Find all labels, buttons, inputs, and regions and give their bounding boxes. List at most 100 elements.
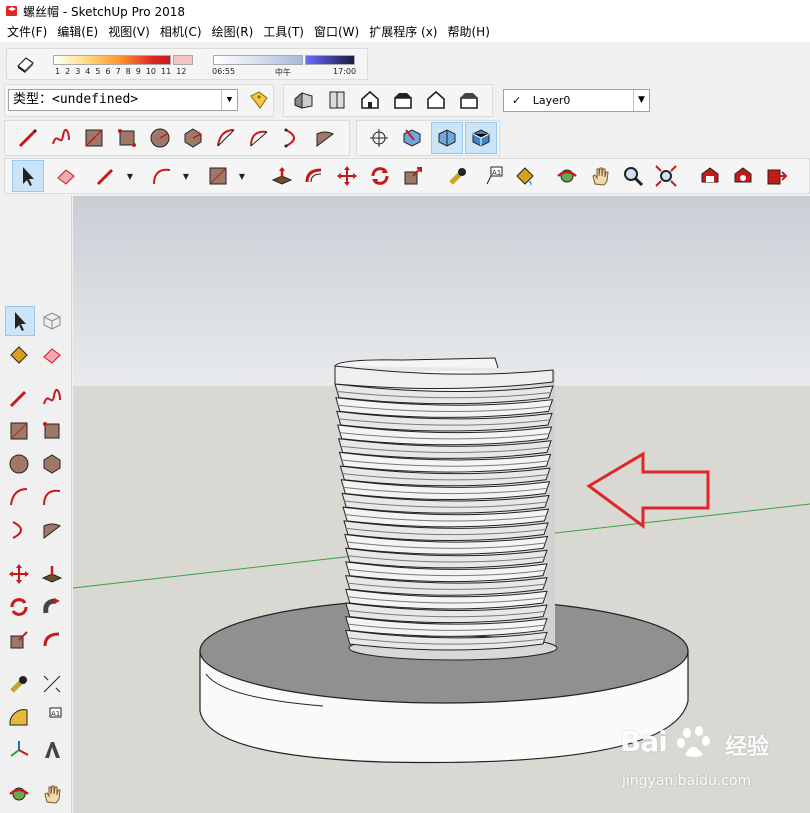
left-polygon-button[interactable] [38,450,66,478]
left-view-button[interactable] [455,86,483,114]
line-tool-button[interactable] [14,124,42,152]
follow-me-icon [43,598,60,614]
menu-file[interactable]: 文件(F) [2,22,52,42]
left-orbit-button[interactable] [5,780,33,808]
menu-extensions[interactable]: 扩展程序 (x) [364,22,442,42]
arc-tool-button[interactable] [212,124,240,152]
pie-tool-button[interactable] [311,124,339,152]
menu-window[interactable]: 窗口(W) [309,22,364,42]
polygon-tool-button[interactable] [179,124,207,152]
display-section-cuts-button[interactable] [465,122,497,154]
month-ticks: 1 2 3 4 5 6 7 8 9 10 11 12 [55,67,187,76]
left-text-button[interactable]: A1 [38,703,66,731]
rotate-tool-button[interactable] [366,162,394,190]
pie-icon [316,131,334,147]
component-type-select[interactable]: 类型：<undefined> ▼ [8,89,238,111]
time-slider-night[interactable] [305,55,355,65]
menu-tools[interactable]: 工具(T) [258,22,309,42]
left-two-point-arc-button[interactable] [38,483,66,511]
left-tape-measure-button[interactable] [5,670,33,698]
left-freehand-button[interactable] [38,384,66,412]
cursor-arrow-icon [23,167,34,186]
menu-edit[interactable]: 编辑(E) [52,22,103,42]
model-viewport[interactable] [73,196,810,813]
arc-tool-large-button[interactable] [148,162,176,190]
scene-canvas [73,196,810,813]
rectangle-tool-button[interactable] [80,124,108,152]
left-three-point-arc-button[interactable] [5,516,33,544]
send-to-layout-button[interactable] [762,162,790,190]
month-slider[interactable] [53,55,171,65]
left-follow-me-button[interactable] [38,593,66,621]
line-dropdown[interactable]: ▼ [124,162,136,190]
back-view-button[interactable] [422,86,450,114]
left-circle-button[interactable] [5,450,33,478]
left-move-button[interactable] [5,560,33,588]
left-dimension-button[interactable] [38,670,66,698]
freehand-icon [52,128,70,145]
left-pan-button[interactable] [38,780,66,808]
left-eraser-button[interactable] [38,341,66,369]
polygon-icon [184,128,202,148]
left-paint-bucket-button[interactable] [5,341,33,369]
left-pie-button[interactable] [38,516,66,544]
eraser-tool-button[interactable] [52,162,80,190]
arc-dropdown[interactable]: ▼ [180,162,192,190]
left-3d-text-button[interactable] [38,736,66,764]
rotated-rectangle-tool-button[interactable] [113,124,141,152]
left-select-button[interactable] [5,306,35,336]
orbit-tool-button[interactable] [553,162,581,190]
right-view-button[interactable] [389,86,417,114]
top-view-button[interactable] [323,86,351,114]
month-slider-thumb[interactable] [173,55,193,65]
move-tool-button[interactable] [333,162,361,190]
zoom-tool-button[interactable] [619,162,647,190]
three-point-arc-tool-button[interactable] [278,124,306,152]
push-pull-tool-button[interactable] [268,162,296,190]
text-tool-button[interactable]: A1 [479,162,507,190]
left-component-button[interactable] [38,307,66,335]
display-section-planes-button[interactable] [431,122,463,154]
pan-tool-button[interactable] [586,162,614,190]
left-rotate-button[interactable] [5,593,33,621]
left-scale-button[interactable] [5,626,33,654]
zoom-extents-button[interactable] [652,162,680,190]
left-rotated-rectangle-button[interactable] [38,417,66,445]
position-camera-button[interactable] [365,124,393,152]
orbit-icon [557,169,577,183]
shapes-dropdown[interactable]: ▼ [236,162,248,190]
left-arc-button[interactable] [5,483,33,511]
shadow-toggle-button[interactable] [11,50,39,78]
extension-warehouse-button[interactable] [729,162,757,190]
3d-warehouse-button[interactable] [696,162,724,190]
select-tool-button[interactable] [12,160,44,192]
left-protractor-button[interactable] [5,703,33,731]
left-line-button[interactable] [5,384,33,412]
menu-help[interactable]: 帮助(H) [442,22,494,42]
left-offset-button[interactable] [38,626,66,654]
menu-camera[interactable]: 相机(C) [155,22,207,42]
tag-icon [250,91,268,109]
menu-draw[interactable]: 绘图(R) [207,22,259,42]
offset-tool-button[interactable] [300,162,328,190]
freehand-tool-button[interactable] [47,124,75,152]
left-axes-button[interactable] [5,736,33,764]
line-tool-large-button[interactable] [92,162,120,190]
paint-bucket-tool-button[interactable] [511,162,539,190]
scale-tool-button[interactable] [399,162,427,190]
tape-measure-tool-button[interactable] [444,162,472,190]
iso-view-button[interactable] [290,86,318,114]
push-pull-icon [41,566,63,583]
component-attributes-button[interactable] [245,86,273,114]
time-slider[interactable] [213,55,303,65]
two-point-arc-tool-button[interactable] [245,124,273,152]
left-push-pull-button[interactable] [38,560,66,588]
menu-view[interactable]: 视图(V) [103,22,155,42]
shapes-tool-button[interactable] [204,162,232,190]
layer-select[interactable]: ✓ Layer0 ▼ [503,89,650,112]
circle-tool-button[interactable] [146,124,174,152]
front-view-button[interactable] [356,86,384,114]
section-plane-button[interactable] [398,124,426,152]
left-rectangle-button[interactable] [5,417,33,445]
extension-warehouse-icon [734,167,752,183]
